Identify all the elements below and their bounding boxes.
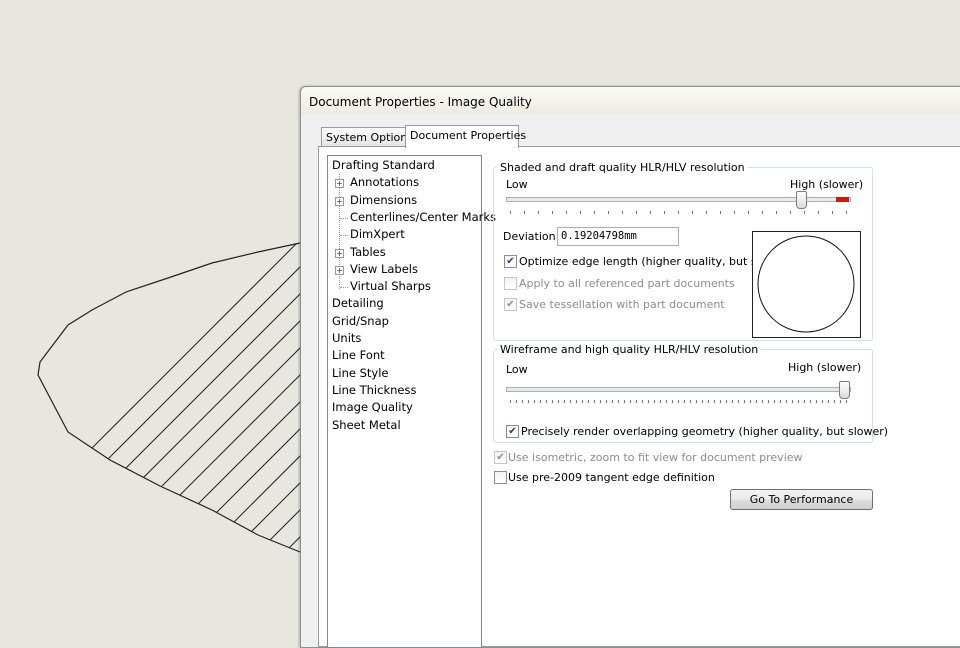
deviation-input[interactable]: 0.19204798mm [557,227,679,246]
tree-item-label: Line Thickness [332,382,417,397]
precise-render-checkbox[interactable]: ✔ [506,425,519,438]
tree-item-dimensions[interactable]: Dimensions [350,193,417,207]
apply-referenced-checkbox[interactable] [504,277,517,290]
high-label: High (slower) [788,361,862,374]
tree-item-annotations[interactable]: Annotations [350,175,419,189]
tab-system-options[interactable]: System Options [321,127,413,147]
tree-item-label: Grid/Snap [332,313,389,328]
tree-item-label: Drafting Standard [332,158,435,172]
save-tessellation-checkbox[interactable]: ✔ [504,298,517,311]
tree-connector [340,287,348,289]
resolution-preview [752,231,861,338]
tree-item-label: View Labels [350,261,418,276]
tree-item-label: Units [332,331,362,345]
low-label: Low [506,363,528,376]
tree-item-units[interactable]: Units [332,331,361,345]
shaded-slider-thumb[interactable] [795,191,807,209]
group-label: Shaded and draft quality HLR/HLV resolut… [497,161,748,174]
tree-item-tables[interactable]: Tables [350,245,386,259]
property-tree[interactable]: Drafting Standard Annotations + Dimensions +… [327,155,496,648]
tree-item-centerlines-center-marks[interactable]: Centerlines/Center Marks [350,210,496,224]
wireframe-slider-track[interactable] [506,387,851,392]
tree-item-dimxpert[interactable]: DimXpert [350,227,405,241]
tree-item-grid-snap[interactable]: Grid/Snap [332,314,389,328]
expand-icon[interactable]: + [335,265,344,275]
hatch-line [38,243,301,552]
low-label: Low [506,178,528,191]
expand-icon[interactable]: + [335,179,344,189]
dialog-title: Document Properties - Image Quality [309,95,532,109]
isometric-label: Use isometric, zoom to fit view for docu… [508,451,803,464]
tree-item-view-labels[interactable]: View Labels [350,262,418,276]
tree-item-label: DimXpert [350,227,405,242]
tree-item-label: Annotations [350,175,420,190]
go-to-performance-button[interactable]: Go To Performance [730,489,873,510]
tree-item-label: Image Quality [332,400,413,415]
tree-item-label: Line Font [332,348,385,363]
tree-item-sheet-metal[interactable]: Sheet Metal [332,418,401,432]
group-label: Wireframe and high quality HLR/HLV resol… [497,343,762,356]
expand-icon[interactable]: + [335,196,344,206]
tree-item-label: Virtual Sharps [350,279,431,294]
tree-item-drafting-standard[interactable]: Drafting Standard [332,158,435,172]
pre2009-checkbox[interactable] [494,471,507,484]
tree-item-virtual-sharps[interactable]: Virtual Sharps [350,279,431,293]
tree-item-line-font[interactable]: Line Font [332,348,385,362]
save-tessellation-label: Save tessellation with part document [519,298,725,311]
tree-item-label: Sheet Metal [332,417,401,432]
pre2009-label: Use pre-2009 tangent edge definition [508,471,715,484]
preview-circle [757,235,855,333]
tree-item-label: Detailing [332,296,384,311]
hatch-line [38,243,305,552]
tab-document-properties[interactable]: Document Properties [405,125,526,148]
isometric-checkbox[interactable]: ✔ [494,451,507,464]
tree-item-label: Tables [350,244,386,259]
tree-connector [340,235,348,237]
tree-item-image-quality[interactable]: Image Quality [332,400,413,414]
tree-connector [340,217,348,219]
deviation-label: Deviation: [503,230,560,243]
optimize-edge-label: Optimize edge length (higher quality, bu… [519,255,791,268]
tree-item-label: Line Style [332,365,389,380]
expand-icon[interactable]: + [335,248,344,258]
optimize-edge-checkbox[interactable]: ✔ [504,255,517,268]
shaded-resolution-group: Shaded and draft quality HLR/HLV resolut… [493,161,873,341]
high-label: High (slower) [790,178,864,191]
tree-item-line-style[interactable]: Line Style [332,366,389,380]
shaded-slider-range-indicator [835,197,849,202]
tree-item-label: Centerlines/Center Marks [350,209,497,224]
precise-render-label: Precisely render overlapping geometry (h… [521,425,889,438]
tree-item-line-thickness[interactable]: Line Thickness [332,383,416,397]
wireframe-resolution-group: Wireframe and high quality HLR/HLV resol… [493,343,888,443]
title-bar[interactable]: Document Properties - Image Quality [301,87,960,115]
wireframe-slider-thumb[interactable] [839,381,850,399]
tree-item-detailing[interactable]: Detailing [332,296,384,310]
document-properties-dialog: Document Properties - Image Quality Syst… [300,86,960,648]
tree-item-label: Dimensions [350,192,418,207]
tab-page: Drafting Standard Annotations + Dimensions +… [318,146,960,648]
apply-referenced-label: Apply to all referenced part documents [519,277,735,290]
slider-ticks [510,400,850,403]
slider-ticks [510,211,848,214]
